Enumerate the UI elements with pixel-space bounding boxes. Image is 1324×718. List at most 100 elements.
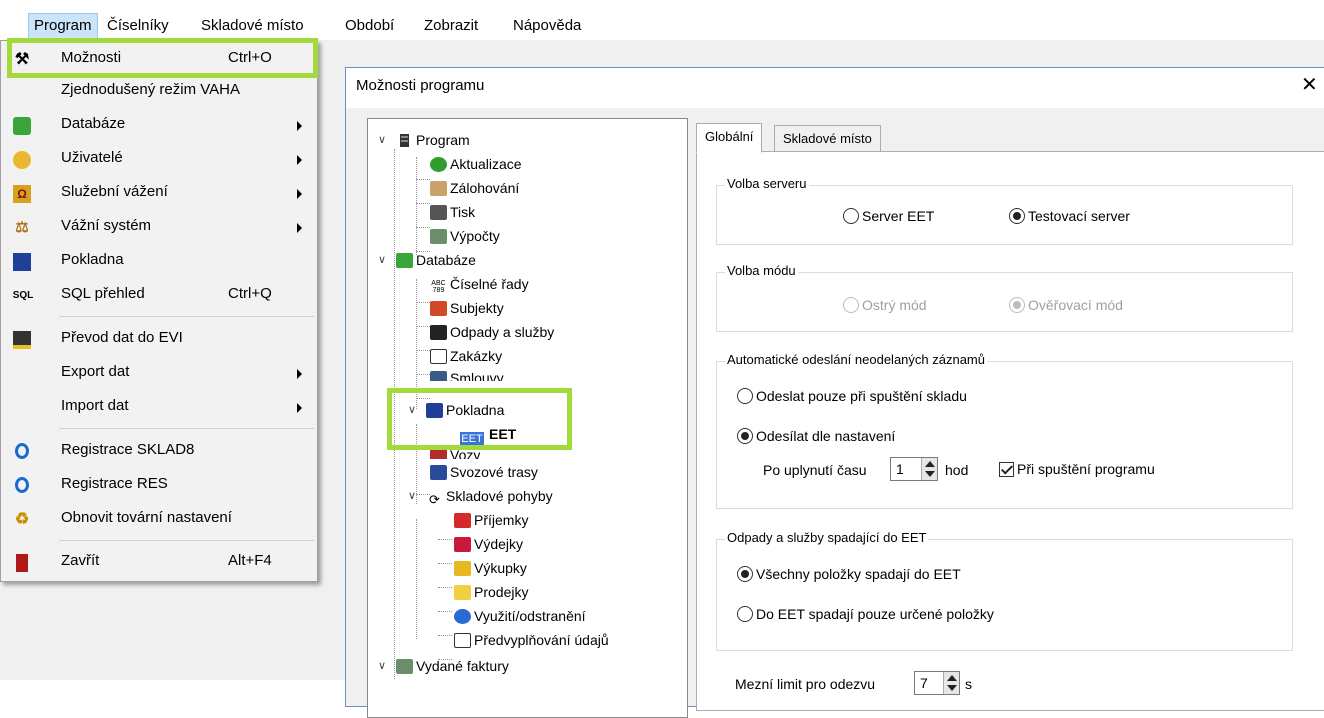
after-time-unit: hod [945,462,969,478]
close-icon[interactable]: ✕ [1301,74,1318,94]
menu-item-registrace-res[interactable]: Registrace RES [1,469,317,501]
tree-node-vypocty[interactable]: Výpočty [430,225,500,247]
tree-node-zalohovani[interactable]: Zálohování [430,177,519,199]
menu-item-registrace-sklad8[interactable]: Registrace SKLAD8 [1,435,317,467]
limit-spinner[interactable]: 7 [914,671,960,695]
menu-item-sluzebni-vazeni[interactable]: Ω Služební vážení [1,177,317,209]
menu-item-zavrit[interactable]: Zavřít Alt+F4 [1,546,317,578]
menu-item-obnovit-nastaveni[interactable]: ♻ Obnovit tovární nastavení [1,503,317,535]
registration-icon [15,443,29,459]
tree-node-svozove-trasy[interactable]: Svozové trasy [430,461,538,483]
limit-unit: s [965,676,972,692]
auto-send-group: Automatické odeslání neodelaných záznamů… [716,352,1293,509]
tree-node-vozy[interactable]: Vozy [430,449,480,459]
radio-server-eet[interactable]: Server EET [843,206,934,226]
limit-label: Mezní limit pro odezvu [735,676,876,692]
menu-item-uzivatele[interactable]: Uživatelé [1,143,317,175]
reset-icon: ♻ [14,511,30,528]
tree-node-vydane-faktury[interactable]: ∨ Vydané faktury [378,655,509,677]
menu-ciselniky[interactable]: Číselníky [102,13,174,39]
menu-skladove-misto[interactable]: Skladové místo [196,13,309,39]
radio-overovaci-mod[interactable]: Ověřovací mód [1009,295,1123,315]
submenu-arrow-icon [297,223,302,233]
spin-down-icon [947,685,957,691]
document-icon [454,633,471,648]
program-menu: ⚒ Možnosti Ctrl+O Zjednodušený režim VAH… [0,40,318,582]
server-group: Volba serveru Server EET Testovací serve… [716,176,1293,245]
tree-node-prijemky[interactable]: Příjemky [454,509,528,531]
menu-zobrazit[interactable]: Zobrazit [419,13,483,39]
dialog-titlebar: Možnosti programu ✕ [346,68,1324,108]
menu-item-import-dat[interactable]: Import dat [1,391,317,423]
tree-node-databaze[interactable]: ∨ Databáze [378,249,476,271]
tree-node-program[interactable]: ∨ Program [378,129,470,151]
tree-node-predvyplnovani[interactable]: Předvyplňování údajů [454,629,609,651]
tree-node-prodejky[interactable]: Prodejky [454,581,528,603]
radio-ostry-mod[interactable]: Ostrý mód [843,295,927,315]
menu-item-pokladna[interactable]: Pokladna [1,245,317,277]
menu-separator [59,428,314,429]
tree-node-skladove-pohyby[interactable]: ∨ ⟳ Skladové pohyby [408,485,553,507]
submenu-arrow-icon [297,155,302,165]
tree-node-odpady[interactable]: Odpady a služby [430,321,554,343]
tab-skladove-misto[interactable]: Skladové místo [774,125,881,153]
tab-globalni[interactable]: Globální [696,123,763,153]
menu-item-prevod-dat[interactable]: Převod dat do EVI [1,323,317,355]
submenu-arrow-icon [297,369,302,379]
collapse-icon[interactable]: ∨ [408,485,416,507]
checkbox-check-icon [999,462,1014,477]
cash-register-icon [13,253,31,271]
menu-item-sql-prehled[interactable]: SQL SQL přehled Ctrl+Q [1,279,317,311]
radio-vsechny-polozky[interactable]: Všechny položky spadají do EET [737,564,961,584]
collapse-icon[interactable]: ∨ [378,129,386,151]
menu-item-export-dat[interactable]: Export dat [1,357,317,389]
radio-testovaci-server[interactable]: Testovací server [1009,206,1130,226]
waste-group-legend: Odpady a služby spadající do EET [725,530,929,545]
data-transfer-icon [13,331,31,349]
radio-odesilat-dle-nastaveni[interactable]: Odesílat dle nastavení [737,426,895,446]
server-group-legend: Volba serveru [725,176,809,191]
tree-node-zakazky[interactable]: Zakázky [430,345,502,367]
menu-separator [59,540,314,541]
tree-node-vyuziti[interactable]: Využití/odstranění [454,605,586,627]
tree-node-subjekty[interactable]: Subjekty [430,297,504,319]
after-time-label: Po uplynutí času [763,462,867,478]
refresh-icon: ⟳ [429,492,440,507]
menu-item-zjednoduseny-rezim[interactable]: Zjednodušený režim VAHA [1,75,317,107]
dialog-title: Možnosti programu [356,77,485,94]
scale-icon: ⚖ [15,219,29,236]
tree-node-vykupky[interactable]: Výkupky [454,557,527,579]
radio-urcene-polozky[interactable]: Do EET spadají pouze určené položky [737,604,994,624]
waste-bin-icon [430,325,447,340]
radio-odeslat-pri-spusteni[interactable]: Odeslat pouze při spuštění skladu [737,386,967,406]
registration-icon [15,477,29,493]
menu-item-databaze[interactable]: Databáze [1,109,317,141]
tree-node-ciselne-rady[interactable]: ABC 789 Číselné řady [430,273,528,295]
orders-icon [430,349,447,364]
after-time-spinner[interactable]: 1 [890,457,938,481]
mode-group-legend: Volba módu [725,263,798,278]
printer-icon [430,205,447,220]
menu-napoveda[interactable]: Nápověda [508,13,586,39]
server-icon [396,132,413,147]
routes-icon [430,465,447,480]
purchase-icon [454,561,471,576]
collapse-icon[interactable]: ∨ [378,249,386,271]
menu-item-vazni-system[interactable]: ⚖ Vážní systém [1,211,317,243]
mode-group: Volba módu Ostrý mód Ověřovací mód [716,263,1293,332]
tree-node-vydejky[interactable]: Výdejky [454,533,523,555]
checkbox-pri-spusteni-programu[interactable]: Při spuštění programu [999,461,1155,477]
auto-send-group-legend: Automatické odeslání neodelaných záznamů [725,352,987,367]
waste-group: Odpady a služby spadající do EET Všechny… [716,530,1293,651]
menu-program[interactable]: Program [28,13,98,39]
database-icon [13,117,31,135]
truck-icon [430,449,447,459]
collapse-icon[interactable]: ∨ [378,655,386,677]
submenu-arrow-icon [297,403,302,413]
exit-icon [16,554,28,572]
tree-node-tisk[interactable]: Tisk [430,201,475,223]
submenu-arrow-icon [297,189,302,199]
menu-obdobi[interactable]: Období [340,13,399,39]
tree-node-aktualizace[interactable]: Aktualizace [430,153,522,175]
tree-node-smlouvy[interactable]: Smlouvy [430,367,504,381]
